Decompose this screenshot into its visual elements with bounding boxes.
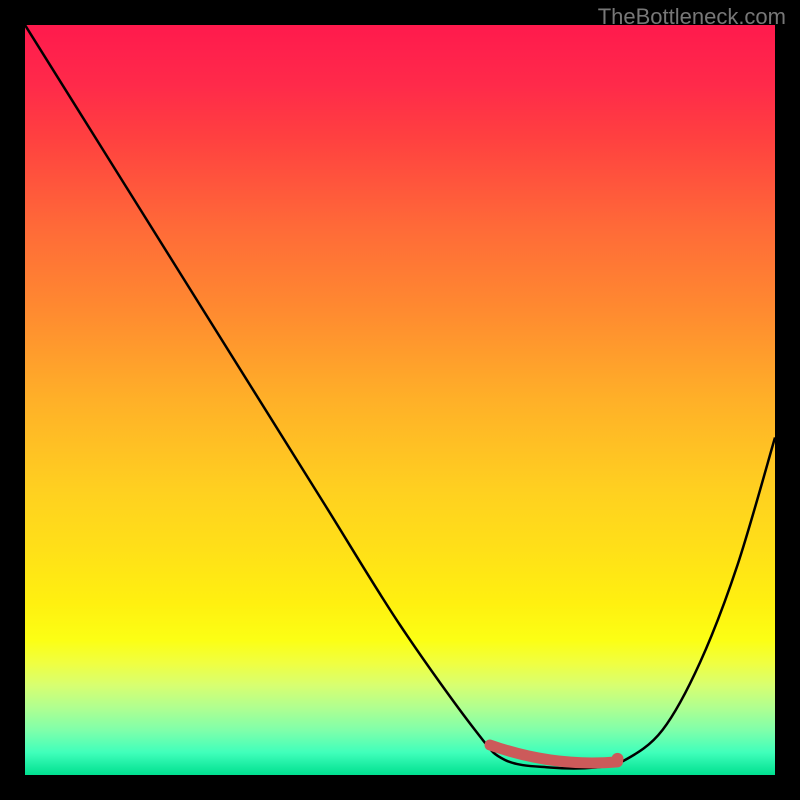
optimal-band-marker xyxy=(490,745,618,763)
watermark-text: TheBottleneck.com xyxy=(598,4,786,30)
chart-svg xyxy=(25,25,775,775)
optimal-band-end-dot xyxy=(612,753,624,765)
bottleneck-curve-path xyxy=(25,25,775,768)
plot-area xyxy=(25,25,775,775)
